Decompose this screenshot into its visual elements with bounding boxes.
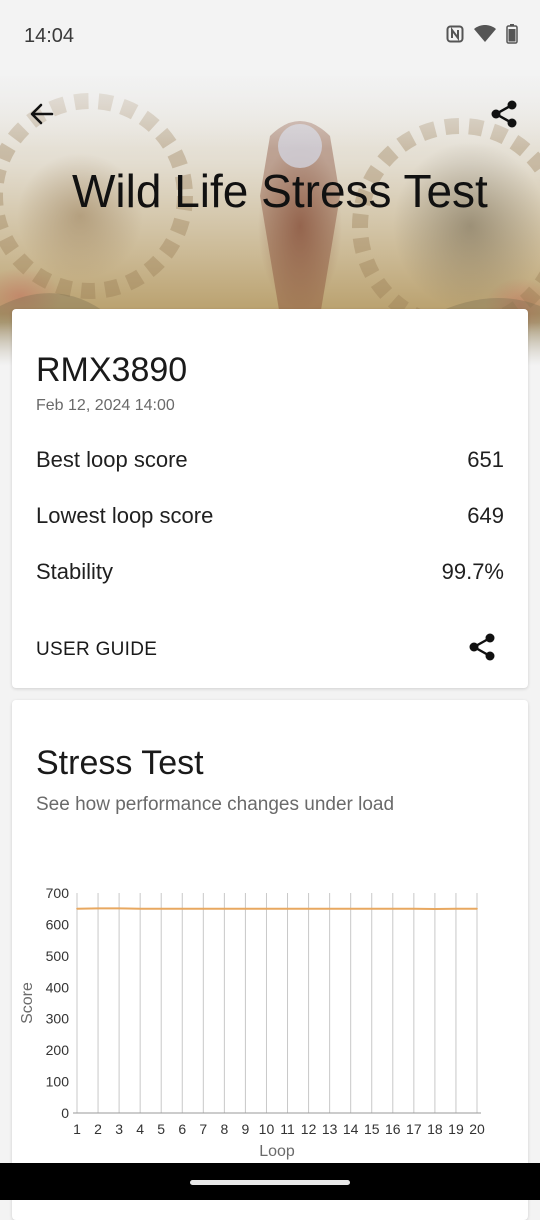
x-tick-label: 4 (136, 1121, 144, 1137)
data-point (328, 907, 331, 910)
y-tick-label: 0 (61, 1105, 69, 1121)
x-tick-label: 2 (94, 1121, 102, 1137)
summary-card: RMX3890 Feb 12, 2024 14:00 Best loop sco… (12, 309, 528, 688)
x-axis-label: Loop (259, 1143, 295, 1160)
data-point (476, 907, 478, 910)
home-gesture-handle[interactable] (190, 1180, 350, 1185)
test-date: Feb 12, 2024 14:00 (36, 397, 175, 414)
data-point (455, 907, 457, 910)
status-icons (446, 24, 518, 49)
data-point (434, 908, 436, 910)
nfc-icon (446, 25, 464, 48)
data-point (244, 907, 247, 910)
status-bar: 14:04 (0, 0, 540, 76)
x-tick-label: 6 (178, 1121, 186, 1137)
stress-test-title: Stress Test (36, 744, 204, 782)
share-icon (491, 100, 517, 128)
stress-test-chart: 01002003004005006007001 2 3 4 5 6 7 8 9 10 11 12 13 1… (19, 885, 485, 1160)
data-point (286, 907, 289, 910)
x-tick-label: 11 (280, 1121, 295, 1137)
x-tick-label: 5 (157, 1121, 165, 1137)
y-tick-label: 200 (46, 1042, 70, 1058)
best-loop-value: 651 (467, 447, 504, 472)
stability-value: 99.7% (441, 559, 504, 584)
data-point (349, 907, 352, 910)
device-name: RMX3890 (36, 351, 188, 389)
x-tick-label: 3 (115, 1121, 123, 1137)
data-point (160, 907, 163, 910)
back-arrow-icon (30, 103, 54, 125)
y-axis-label: Score (19, 982, 36, 1024)
battery-icon (506, 24, 518, 49)
stability-label: Stability (36, 559, 114, 584)
x-tick-label: 13 (322, 1121, 338, 1137)
data-point (391, 907, 394, 910)
lowest-loop-label: Lowest loop score (36, 503, 214, 528)
x-tick-label: 15 (364, 1121, 380, 1137)
share-button[interactable] (488, 98, 520, 130)
stress-test-subtitle: See how performance changes under load (36, 794, 395, 815)
navigation-bar (0, 1163, 540, 1200)
best-loop-row: Best loop score 651 (36, 447, 504, 477)
x-tick-label: 7 (199, 1121, 207, 1137)
x-tick-label: 16 (385, 1121, 401, 1137)
page-title: Wild Life Stress Test (72, 165, 488, 217)
data-point (413, 907, 415, 910)
data-point (139, 907, 141, 910)
best-loop-label: Best loop score (36, 447, 188, 472)
data-point (181, 907, 184, 910)
data-point (202, 907, 205, 910)
x-tick-label: 8 (220, 1121, 228, 1137)
x-tick-label: 10 (259, 1121, 275, 1137)
y-tick-label: 400 (46, 979, 70, 995)
data-point (97, 907, 99, 910)
user-guide-share-button[interactable] (466, 631, 498, 663)
x-tick-label: 14 (343, 1121, 359, 1137)
x-tick-label: 18 (427, 1121, 443, 1137)
back-button[interactable] (26, 98, 58, 130)
data-point (307, 907, 310, 910)
stability-row: Stability 99.7% (36, 559, 504, 589)
lowest-loop-row: Lowest loop score 649 (36, 503, 504, 533)
share-icon (469, 633, 495, 661)
y-tick-label: 700 (46, 885, 70, 901)
x-tick-label: 1 (73, 1121, 81, 1137)
x-tick-label: 17 (406, 1121, 422, 1137)
data-point (370, 907, 373, 910)
data-point (223, 907, 226, 910)
data-point (265, 907, 268, 910)
x-tick-label: 12 (301, 1121, 317, 1137)
y-tick-label: 600 (46, 916, 70, 932)
data-point (76, 907, 78, 910)
x-tick-label: 9 (242, 1121, 250, 1137)
x-tick-label: 19 (448, 1121, 464, 1137)
user-guide-link[interactable]: USER GUIDE (36, 639, 157, 661)
lowest-loop-value: 649 (467, 503, 504, 528)
y-tick-label: 300 (46, 1011, 70, 1027)
y-tick-label: 500 (46, 948, 70, 964)
status-time: 14:04 (24, 25, 75, 47)
data-point (118, 907, 120, 910)
series-line (76, 907, 477, 911)
y-tick-label: 100 (46, 1074, 70, 1090)
stress-test-card: Stress Test See how performance changes … (12, 700, 528, 1220)
wifi-icon (474, 24, 496, 48)
x-tick-label: 20 (469, 1121, 485, 1137)
